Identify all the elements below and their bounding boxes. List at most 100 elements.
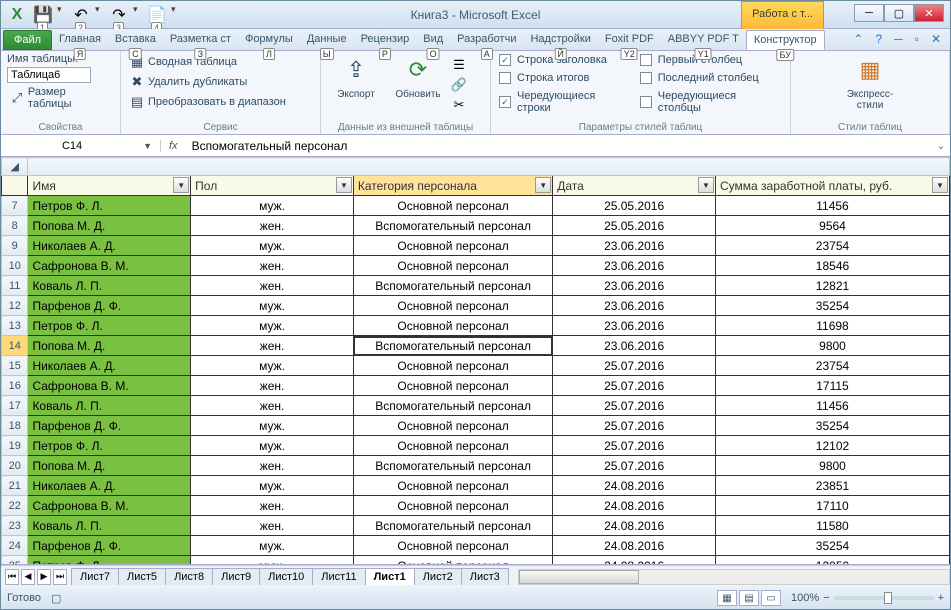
formula-input[interactable] [186,139,932,153]
col-header-3[interactable]: Дата▼ [553,176,716,196]
cell-sex[interactable]: муж. [191,536,354,556]
cell-date[interactable]: 25.07.2016 [553,416,716,436]
cell-name[interactable]: Попова М. Д. [28,216,191,236]
row-header[interactable]: 10 [2,256,28,276]
col-header-1[interactable]: Пол▼ [191,176,354,196]
cell-category[interactable]: Вспомогательный персонал [353,516,552,536]
qat-new[interactable]: 📄4 [145,4,169,26]
tab-Конструктор[interactable]: КонструкторБУ [746,30,825,50]
tab-file[interactable]: Файл [3,30,52,50]
row-header-blank[interactable] [2,176,28,196]
fx-button[interactable]: fx [161,140,186,152]
tab-Данные[interactable]: ДанныеЫ [300,30,354,50]
cell-name[interactable]: Сафронова В. М. [28,496,191,516]
cell-name[interactable]: Николаев А. Д. [28,356,191,376]
cell-sum[interactable]: 11580 [715,516,949,536]
cell-sum[interactable]: 35254 [715,416,949,436]
view-pagebreak[interactable]: ▭ [761,590,781,606]
cell-sex[interactable]: жен. [191,336,354,356]
cell-date[interactable]: 25.05.2016 [553,216,716,236]
table-row[interactable]: 19Петров Ф. Л.муж.Основной персонал25.07… [2,436,950,456]
row-header[interactable]: 9 [2,236,28,256]
zoom-out-button[interactable]: − [823,592,829,604]
cell-category[interactable]: Основной персонал [353,476,552,496]
chk-total-row[interactable]: Строка итогов [497,71,634,85]
qat-undo[interactable]: ↶2 [69,4,93,26]
row-header[interactable]: 22 [2,496,28,516]
row-header[interactable]: 23 [2,516,28,536]
cell-name[interactable]: Сафронова В. М. [28,256,191,276]
table-row[interactable]: 10Сафронова В. М.жен.Основной персонал23… [2,256,950,276]
filter-button[interactable]: ▼ [932,177,948,193]
view-normal[interactable]: ▦ [717,590,737,606]
cell-date[interactable]: 23.06.2016 [553,296,716,316]
zoom-in-button[interactable]: + [938,592,944,604]
export-button[interactable]: ⇪Экспорт [327,53,385,101]
row-header[interactable]: 8 [2,216,28,236]
table-row[interactable]: 17Коваль Л. П.жен.Вспомогательный персон… [2,396,950,416]
cell-sum[interactable]: 9800 [715,336,949,356]
cell-category[interactable]: Основной персонал [353,316,552,336]
convert-range-button[interactable]: ▤Преобразовать в диапазон [127,93,288,111]
cell-date[interactable]: 24.08.2016 [553,496,716,516]
cell-sum[interactable]: 35254 [715,296,949,316]
cell-category[interactable]: Основной персонал [353,356,552,376]
table-row[interactable]: 18Парфенов Д. Ф.муж.Основной персонал25.… [2,416,950,436]
select-all-corner[interactable]: ◢ [2,158,28,176]
cell-sex[interactable]: муж. [191,236,354,256]
cell-category[interactable]: Основной персонал [353,296,552,316]
refresh-button[interactable]: ⟳Обновить [389,53,447,101]
cell-date[interactable]: 24.08.2016 [553,476,716,496]
cell-sex[interactable]: жен. [191,396,354,416]
cell-sex[interactable]: жен. [191,456,354,476]
zoom-slider[interactable] [834,596,934,600]
cell-sex[interactable]: жен. [191,256,354,276]
cell-sum[interactable]: 17115 [715,376,949,396]
table-row[interactable]: 8Попова М. Д.жен.Вспомогательный персона… [2,216,950,236]
cell-sex[interactable]: муж. [191,196,354,216]
cell-date[interactable]: 24.08.2016 [553,516,716,536]
cell-name[interactable]: Коваль Л. П. [28,396,191,416]
cell-sex[interactable]: муж. [191,416,354,436]
horizontal-scrollbar[interactable] [518,569,950,585]
filter-button[interactable]: ▼ [173,177,189,193]
cell-date[interactable]: 25.07.2016 [553,436,716,456]
tab-Вид[interactable]: ВидО [416,30,450,50]
cell-sex[interactable]: жен. [191,516,354,536]
cell-name[interactable]: Парфенов Д. Ф. [28,296,191,316]
cell-date[interactable]: 23.06.2016 [553,316,716,336]
cell-name[interactable]: Николаев А. Д. [28,236,191,256]
table-row[interactable]: 14Попова М. Д.жен.Вспомогательный персон… [2,336,950,356]
table-row[interactable]: 20Попова М. Д.жен.Вспомогательный персон… [2,456,950,476]
sheet-tab-Лист8[interactable]: Лист8 [165,568,213,585]
macro-record-icon[interactable]: ▢ [51,592,61,605]
open-browser-icon[interactable]: 🔗 [451,77,467,93]
row-header[interactable]: 18 [2,416,28,436]
minimize-button[interactable]: ─ [854,4,884,22]
table-row[interactable]: 23Коваль Л. П.жен.Вспомогательный персон… [2,516,950,536]
cell-date[interactable]: 24.08.2016 [553,556,716,565]
cell-date[interactable]: 25.07.2016 [553,456,716,476]
cell-name[interactable]: Сафронова В. М. [28,376,191,396]
cell-name[interactable]: Попова М. Д. [28,336,191,356]
view-layout[interactable]: ▤ [739,590,759,606]
cell-sex[interactable]: муж. [191,476,354,496]
cell-name[interactable]: Петров Ф. Л. [28,316,191,336]
cell-sum[interactable]: 9800 [715,456,949,476]
row-header[interactable]: 25 [2,556,28,565]
tab-Foxit PDF[interactable]: Foxit PDFY2 [598,30,661,50]
row-header[interactable]: 15 [2,356,28,376]
cell-sum[interactable]: 11698 [715,316,949,336]
table-tools-tab[interactable]: Работа с т... [741,1,824,29]
sheet-nav-last[interactable]: ⏭ [53,569,67,585]
doc-restore-icon[interactable]: ▫ [912,31,922,47]
cell-date[interactable]: 25.07.2016 [553,396,716,416]
cell-date[interactable]: 23.06.2016 [553,276,716,296]
filter-button[interactable]: ▼ [535,177,551,193]
tab-Разработчи[interactable]: РазработчиА [450,30,523,50]
cell-category[interactable]: Основной персонал [353,436,552,456]
cell-sum[interactable]: 11456 [715,396,949,416]
tab-Главная[interactable]: ГлавнаяЯ [52,30,108,50]
cell-category[interactable]: Основной персонал [353,556,552,565]
sheet-nav-first[interactable]: ⏮ [5,569,19,585]
